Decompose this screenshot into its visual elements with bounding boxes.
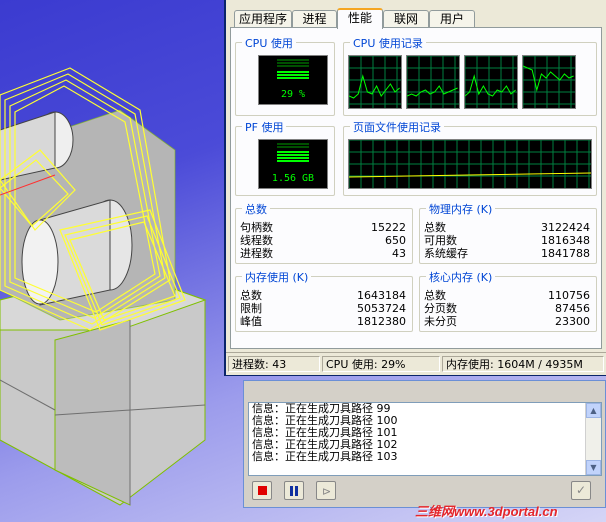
physical-memory-group: 物理内存 (K) 总数 3122424 可用数 1816348 系统缓存 184178… [419, 201, 597, 264]
cpu-history-graph-core3 [464, 55, 518, 109]
cpu-history-title: CPU 使用记录 [350, 35, 426, 51]
totals-row-threads: 线程数 650 [240, 234, 406, 247]
physical-memory-title: 物理内存 (K) [426, 201, 496, 217]
kernel-memory-row-nonpaged: 未分页 23300 [424, 315, 590, 328]
physical-memory-row-available: 可用数 1816348 [424, 234, 590, 247]
physical-memory-row-total: 总数 3122424 [424, 221, 590, 234]
kernel-memory-group: 核心内存 (K) 总数 110756 分页数 87456 未分页 23300 [419, 269, 597, 332]
pf-usage-value: 1.56 GB [271, 173, 315, 184]
commit-charge-row-limit: 限制 5053724 [240, 302, 406, 315]
status-bar: 进程数: 43 CPU 使用: 29% 内存使用: 1604M / 4935M [226, 352, 606, 375]
totals-row-processes: 进程数 43 [240, 247, 406, 260]
cpu-history-graph-core4 [522, 55, 576, 109]
tab-performance[interactable]: 性能 [337, 8, 383, 29]
pf-usage-meter: 1.56 GB [258, 139, 328, 189]
stop-button[interactable] [252, 481, 272, 500]
scroll-down-icon[interactable]: ▼ [586, 460, 601, 475]
cpu-meter-bars [277, 59, 309, 79]
kernel-memory-row-paged: 分页数 87456 [424, 302, 590, 315]
scroll-up-icon[interactable]: ▲ [586, 403, 601, 418]
tab-applications[interactable]: 应用程序 [234, 10, 292, 27]
pf-history-graph [348, 139, 592, 189]
cpu-usage-meter: 29 % [258, 55, 328, 105]
watermark-text: 三维网www.3dportal.cn [415, 504, 558, 519]
commit-charge-row-total: 总数 1643184 [240, 289, 406, 302]
pf-usage-title: PF 使用 [242, 119, 287, 135]
pf-history-group: 页面文件使用记录 [343, 119, 597, 196]
pf-usage-group: PF 使用 1.56 GB [235, 119, 335, 196]
toolpath-log-window: 信息：正在生成刀具路径 99 信息：正在生成刀具路径 100 信息：正在生成刀具… [243, 380, 606, 508]
pf-meter-bars [277, 143, 309, 162]
cpu-usage-value: 29 % [280, 89, 306, 100]
totals-group: 总数 句柄数 15222 线程数 650 进程数 43 [235, 201, 413, 264]
commit-charge-row-peak: 峰值 1812380 [240, 315, 406, 328]
log-textbox[interactable]: 信息：正在生成刀具路径 99 信息：正在生成刀具路径 100 信息：正在生成刀具… [248, 402, 602, 476]
cad-model [0, 67, 207, 506]
kernel-memory-title: 核心内存 (K) [426, 269, 496, 285]
stop-icon [258, 486, 267, 495]
totals-title: 总数 [242, 201, 270, 217]
pause-icon [290, 486, 293, 496]
log-scrollbar[interactable]: ▲ ▼ [585, 403, 601, 475]
log-line: 信息：正在生成刀具路径 103 [252, 450, 398, 463]
status-processes: 进程数: 43 [228, 356, 320, 372]
totals-row-handles: 句柄数 15222 [240, 221, 406, 234]
cpu-history-group: CPU 使用记录 [343, 35, 597, 116]
tab-networking[interactable]: 联网 [383, 10, 429, 27]
tab-processes[interactable]: 进程 [292, 10, 337, 27]
task-manager-window: 应用程序 进程 性能 联网 用户 CPU 使用 29 % CPU 使用记录 PF… [224, 0, 606, 376]
status-cpu: CPU 使用: 29% [322, 356, 440, 372]
step-icon: ⊳ [322, 485, 332, 498]
status-memory: 内存使用: 1604M / 4935M [442, 356, 604, 372]
step-button[interactable]: ⊳ [316, 481, 336, 500]
commit-charge-group: 内存使用 (K) 总数 1643184 限制 5053724 峰值 1812380 [235, 269, 413, 332]
commit-charge-title: 内存使用 (K) [242, 269, 312, 285]
physical-memory-row-cache: 系统缓存 1841788 [424, 247, 590, 260]
checkmark-icon: ✓ [576, 483, 587, 497]
accept-button[interactable]: ✓ [571, 481, 591, 500]
cpu-usage-group: CPU 使用 29 % [235, 35, 335, 116]
cpu-history-graph-core2 [406, 55, 460, 109]
cpu-history-graph-core1 [348, 55, 402, 109]
performance-panel: CPU 使用 29 % CPU 使用记录 PF 使用 1.56 GB 页面文件使… [230, 27, 602, 349]
pause-button[interactable] [284, 481, 304, 500]
kernel-memory-row-total: 总数 110756 [424, 289, 590, 302]
cpu-usage-title: CPU 使用 [242, 35, 296, 51]
pf-history-title: 页面文件使用记录 [350, 119, 444, 135]
tab-users[interactable]: 用户 [429, 10, 475, 27]
